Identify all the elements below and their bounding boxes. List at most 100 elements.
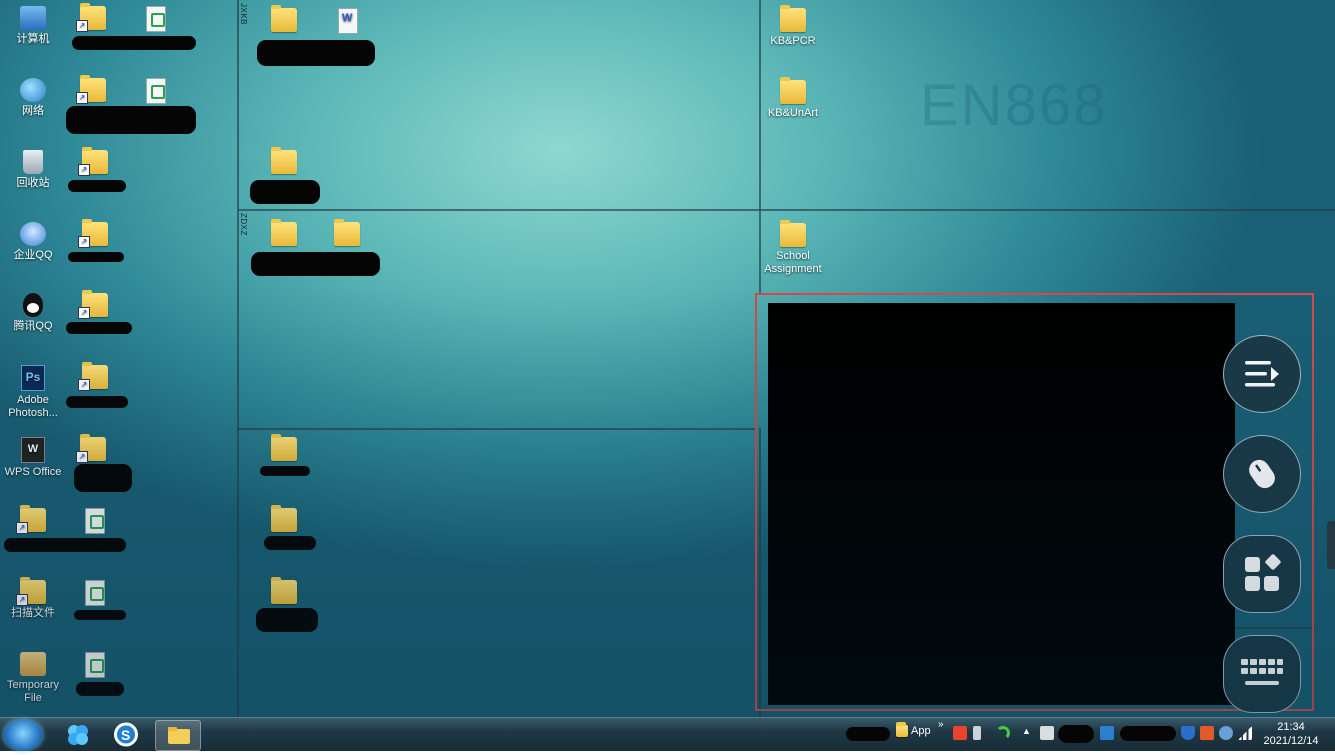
- redaction-mark: [4, 538, 126, 552]
- side-drawer-handle[interactable]: [1327, 521, 1335, 569]
- icon-label: 计算机: [16, 33, 50, 45]
- mouse-mode-button[interactable]: [1223, 435, 1301, 513]
- icon-label: KB&UnArt: [767, 107, 819, 119]
- fence-folder[interactable]: [253, 577, 315, 607]
- desktop-icon-enterprise-qq[interactable]: 企业QQ: [2, 222, 64, 262]
- fence-folder[interactable]: [253, 505, 315, 535]
- shortcut-arrow-icon: ↗: [76, 92, 88, 104]
- shortcut-arrow-icon: ↗: [78, 164, 90, 176]
- signal-icon[interactable]: [1238, 726, 1252, 740]
- apps-button[interactable]: [1223, 535, 1301, 613]
- desktop-icon-tencent-qq[interactable]: 腾讯QQ: [2, 293, 64, 333]
- redaction-mark: [256, 608, 318, 632]
- desktop-icon-folder-unnamed[interactable]: ↗: [2, 505, 64, 535]
- desktop-folder-kb-pcr[interactable]: KB&PCR: [762, 5, 824, 48]
- fence-divider: [237, 0, 239, 717]
- folder-icon: [271, 5, 297, 32]
- desktop-shortcut[interactable]: [64, 580, 126, 609]
- redaction-mark: [264, 536, 316, 550]
- desktop-folder-kb-unart[interactable]: KB&UnArt: [762, 77, 824, 120]
- fence-folder[interactable]: [253, 147, 315, 177]
- desktop-shortcut[interactable]: [125, 6, 187, 35]
- folder-shortcut-icon: ↗: [76, 434, 106, 463]
- network-tray-icon[interactable]: [1100, 726, 1114, 740]
- wifi-icon[interactable]: [996, 726, 1010, 740]
- tray-app-icon[interactable]: [1200, 726, 1214, 740]
- desktop-shortcut[interactable]: ↗: [64, 290, 126, 320]
- desktop-shortcut[interactable]: [64, 652, 126, 681]
- fence-label-zdxz: ZDXZ: [239, 213, 248, 236]
- tray-expand-icon[interactable]: ▲: [1022, 726, 1031, 736]
- desktop-icon-temporary-file[interactable]: Temporary File: [2, 652, 64, 705]
- redaction-mark: [66, 396, 128, 408]
- icon-label: KB&PCR: [770, 35, 816, 47]
- menu-collapse-button[interactable]: [1223, 335, 1301, 413]
- folder-icon: [271, 505, 297, 532]
- desktop-icon-photoshop[interactable]: Ps Adobe Photosh...: [2, 365, 64, 420]
- document-shortcut-icon: [85, 508, 105, 534]
- desktop-shortcut[interactable]: [64, 508, 126, 537]
- icon-label: 回收站: [16, 177, 50, 189]
- desktop-shortcut[interactable]: ↗: [64, 362, 126, 392]
- desktop-icon-wps-office[interactable]: W WPS Office: [2, 437, 64, 479]
- shield-icon[interactable]: [1181, 726, 1195, 740]
- keyboard-icon: [1241, 659, 1283, 685]
- taskbar-app-2[interactable]: S: [104, 720, 148, 749]
- shortcut-arrow-icon: ↗: [16, 594, 28, 606]
- taskbar-app-1[interactable]: [56, 720, 100, 749]
- folder-icon: [271, 147, 297, 174]
- desktop-shortcut[interactable]: ↗: [64, 147, 126, 177]
- taskbar-explorer[interactable]: [155, 720, 201, 751]
- tray-more-chevron[interactable]: »: [938, 719, 944, 730]
- document-shortcut-icon: [146, 6, 166, 32]
- redaction-mark: [72, 36, 196, 50]
- desktop-icon-network[interactable]: 网络: [2, 78, 64, 118]
- shortcut-arrow-icon: ↗: [76, 20, 88, 32]
- folder-icon: [780, 5, 806, 32]
- fence-folder[interactable]: [316, 219, 378, 249]
- fence-document[interactable]: [317, 8, 379, 37]
- sogou-browser-icon: S: [114, 722, 138, 747]
- redaction-mark: [846, 727, 890, 741]
- redaction-mark: [1120, 726, 1176, 741]
- desktop-shortcut[interactable]: ↗: [62, 75, 124, 105]
- app-folder-icon[interactable]: [896, 722, 908, 737]
- desktop-shortcut[interactable]: ↗: [62, 434, 124, 464]
- shortcut-arrow-icon: ↗: [78, 379, 90, 391]
- desktop-icon-scan-files[interactable]: ↗ 扫描文件: [2, 577, 64, 620]
- clock[interactable]: 21:34 2021/12/14: [1258, 720, 1324, 748]
- start-button[interactable]: [4, 720, 42, 750]
- keyboard-button[interactable]: [1223, 635, 1301, 713]
- icon-label: Temporary File: [7, 679, 59, 704]
- tray-app-label[interactable]: App: [911, 725, 931, 737]
- desktop-shortcut[interactable]: ↗: [64, 219, 126, 249]
- apps-icon: [1245, 554, 1281, 591]
- shortcut-arrow-icon: ↗: [78, 236, 90, 248]
- sogou-input-icon[interactable]: [953, 726, 967, 740]
- desktop-folder-school-assignment[interactable]: School Assignment: [762, 220, 824, 276]
- fence-folder[interactable]: [253, 219, 315, 249]
- icon-label: 网络: [22, 105, 44, 117]
- recycle-bin-icon: [23, 150, 43, 174]
- desktop-icon-computer[interactable]: 计算机: [2, 6, 64, 46]
- redaction-mark: [74, 610, 126, 620]
- fence-folder[interactable]: [253, 5, 315, 35]
- fence-folder[interactable]: [253, 434, 315, 464]
- fence-divider: [759, 0, 761, 293]
- desktop-icon-recycle-bin[interactable]: 回收站: [2, 150, 64, 190]
- document-shortcut-icon: [146, 78, 166, 104]
- fence-label-jxkb: JXKB: [239, 3, 248, 26]
- tray-app-icon[interactable]: [1219, 726, 1233, 740]
- desktop-shortcut[interactable]: [125, 78, 187, 107]
- shortcut-arrow-icon: ↗: [76, 451, 88, 463]
- icon-label: WPS Office: [4, 466, 62, 478]
- folder-shortcut-icon: ↗: [78, 362, 108, 391]
- redaction-mark: [68, 252, 124, 262]
- enterprise-qq-icon: [20, 222, 46, 246]
- menu-collapse-icon: [1245, 361, 1279, 387]
- ime-settings-icon[interactable]: [973, 726, 981, 740]
- desktop-shortcut[interactable]: ↗: [62, 3, 124, 33]
- clock-date: 2021/12/14: [1263, 735, 1319, 747]
- desktop: EN868 JXKB ZDXZ 计算机 网络 回收站 企业QQ 腾讯QQ Ps …: [0, 0, 1335, 717]
- tray-app-icon[interactable]: [1040, 726, 1054, 740]
